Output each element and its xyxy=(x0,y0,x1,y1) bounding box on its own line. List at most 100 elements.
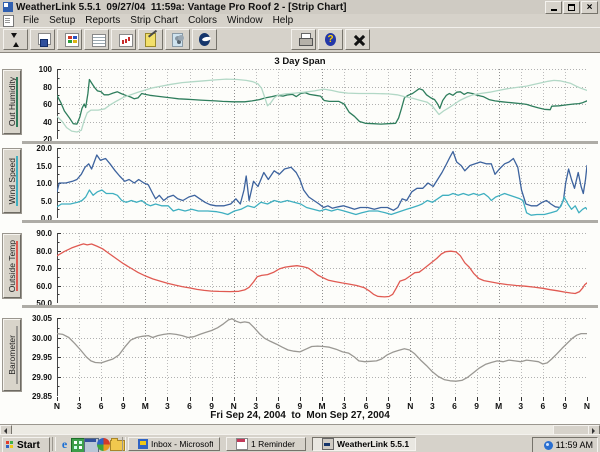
y-tick-label: 40 xyxy=(43,117,52,127)
window-close-button[interactable]: × xyxy=(581,1,598,14)
toolbar-plot-button[interactable] xyxy=(111,29,136,50)
toolbar-download-button[interactable] xyxy=(3,29,28,50)
toolbar-help-button[interactable]: ? xyxy=(318,29,343,50)
series-color-stripe xyxy=(16,326,18,384)
y-tick-label: 100 xyxy=(38,65,52,74)
y-tick-label: 80 xyxy=(43,82,52,92)
window-title: WeatherLink 5.5.1 09/27/04 11:59a: Vanta… xyxy=(16,1,347,13)
noaa-icon xyxy=(199,33,210,46)
y-tick-label: 15.0 xyxy=(36,161,52,171)
y-tick-label: 60 xyxy=(43,100,52,109)
y-tick-label: 29.95 xyxy=(31,353,52,362)
panel-separator xyxy=(22,220,598,223)
plot-barometer xyxy=(57,318,587,396)
menu-item-file[interactable]: File xyxy=(18,15,44,26)
y-axis-out-humidity: 100 80 60 40 20 xyxy=(20,65,54,144)
outlook-icon xyxy=(138,439,148,449)
panel-separator xyxy=(22,305,598,308)
taskbar-divider xyxy=(52,437,56,451)
archive-icon xyxy=(37,32,51,47)
menu-item-help[interactable]: Help xyxy=(268,15,299,26)
help-icon: ? xyxy=(325,33,336,46)
taskbar-divider xyxy=(122,437,126,451)
plot-wind-speed xyxy=(57,148,587,218)
y-tick-label: 30.00 xyxy=(31,333,52,343)
y-tick-label: 5.0 xyxy=(40,196,52,206)
strip-chart-icon xyxy=(91,33,106,47)
window-restore-button[interactable] xyxy=(563,1,580,14)
task-label: 1 Reminder xyxy=(251,439,295,449)
minimize-icon xyxy=(550,9,557,11)
menu-item-reports[interactable]: Reports xyxy=(80,15,125,26)
panel-label-outside-temp[interactable]: Outside Temp xyxy=(3,234,21,298)
panel-separator xyxy=(22,141,598,144)
y-tick-label: 80.0 xyxy=(36,246,52,256)
media-player-icon[interactable] xyxy=(97,438,110,451)
toolbar-noaa-button[interactable] xyxy=(192,29,217,50)
task-inbox-microsoft-outlook[interactable]: Inbox - Microsoft Outlook xyxy=(128,437,220,451)
windows-logo-icon xyxy=(6,441,14,449)
y-tick-label: 70.0 xyxy=(36,264,52,273)
toolbar-close-button[interactable] xyxy=(345,29,370,50)
y-axis-wind-speed: 20.0 15.0 10.0 5.0 0.0 xyxy=(20,144,54,223)
app-icon xyxy=(3,2,13,12)
clock: 11:59 AM xyxy=(555,440,593,450)
panel-label-out-humidity[interactable]: Out Humidity xyxy=(3,70,21,134)
x-axis-ticks: N369M369N369M369N369M369N xyxy=(0,397,600,411)
y-tick-label: 29.85 xyxy=(31,392,52,401)
toolbar-weather-button[interactable] xyxy=(165,29,190,50)
window-minimize-button[interactable] xyxy=(545,1,562,14)
menu-item-setup[interactable]: Setup xyxy=(44,15,80,26)
print-icon xyxy=(298,32,313,47)
toolbar-strip-chart-button[interactable] xyxy=(84,29,109,50)
series-color-stripe xyxy=(16,77,18,127)
task-label: Inbox - Microsoft Outlook xyxy=(151,439,213,449)
ie-icon[interactable]: e xyxy=(58,438,71,451)
menu-bar: File Setup Reports Strip Chart Colors Window H… xyxy=(0,14,600,42)
y-tick-label: 20.0 xyxy=(36,144,52,153)
reminder-icon xyxy=(236,438,248,450)
title-bar: WeatherLink 5.5.1 09/27/04 11:59a: Vanta… xyxy=(0,0,600,15)
restore-icon xyxy=(568,4,575,11)
notes-icon xyxy=(145,32,156,47)
document-icon[interactable] xyxy=(3,14,14,27)
menu-items: File Setup Reports Strip Chart Colors Window H… xyxy=(18,15,298,26)
download-icon xyxy=(10,32,21,47)
menu-item-window[interactable]: Window xyxy=(222,15,268,26)
toolbar-print-button[interactable] xyxy=(291,29,316,50)
task-label: WeatherLink 5.5.1 09... xyxy=(337,439,409,449)
date-range-label: Fri Sep 24, 2004 to Mon Sep 27, 2004 xyxy=(210,410,390,421)
series-barometer xyxy=(57,318,587,382)
toolbar-notes-button[interactable] xyxy=(138,29,163,50)
weatherlink-window: WeatherLink 5.5.1 09/27/04 11:59a: Vanta… xyxy=(0,0,600,452)
y-tick-label: 60.0 xyxy=(36,281,52,291)
toolbar-bulletin-button[interactable] xyxy=(57,29,82,50)
y-axis-barometer: 30.05 30.00 29.95 29.90 29.85 xyxy=(20,314,54,401)
toolbar-archive-button[interactable] xyxy=(30,29,55,50)
chart-span-title: 3 Day Span xyxy=(274,56,326,67)
plot-icon xyxy=(118,33,133,47)
weatherlink-icon xyxy=(322,438,334,450)
taskbar: Start e Inbox - Microsoft Outlook 1 Remin… xyxy=(0,434,600,452)
window-controls: × xyxy=(545,1,598,14)
series-color-stripe xyxy=(16,156,18,206)
bulletin-icon xyxy=(64,32,79,47)
start-button[interactable]: Start xyxy=(2,437,50,452)
y-tick-label: 29.90 xyxy=(31,372,52,382)
start-label: Start xyxy=(17,439,40,451)
y-tick-label: 30.05 xyxy=(31,314,52,323)
close-icon xyxy=(352,33,363,47)
plot-out-humidity xyxy=(57,69,587,139)
menu-item-colors[interactable]: Colors xyxy=(183,15,222,26)
panel-label-wind-speed[interactable]: Wind Speed xyxy=(3,149,21,213)
y-tick-label: 10.0 xyxy=(36,179,52,188)
tray-status-icon[interactable] xyxy=(543,440,553,450)
system-tray: 11:59 AM xyxy=(532,437,598,452)
task-1-reminder[interactable]: 1 Reminder xyxy=(226,437,306,451)
task-weatherlink-5-5-1-09-[interactable]: WeatherLink 5.5.1 09... xyxy=(312,437,416,451)
series-color-stripe xyxy=(16,241,18,291)
close-icon: × xyxy=(586,2,593,13)
panel-label-barometer[interactable]: Barometer xyxy=(3,319,21,391)
menu-item-strip-chart[interactable]: Strip Chart xyxy=(125,15,183,26)
y-axis-outside-temp: 90.0 80.0 70.0 60.0 50.0 xyxy=(20,229,54,308)
